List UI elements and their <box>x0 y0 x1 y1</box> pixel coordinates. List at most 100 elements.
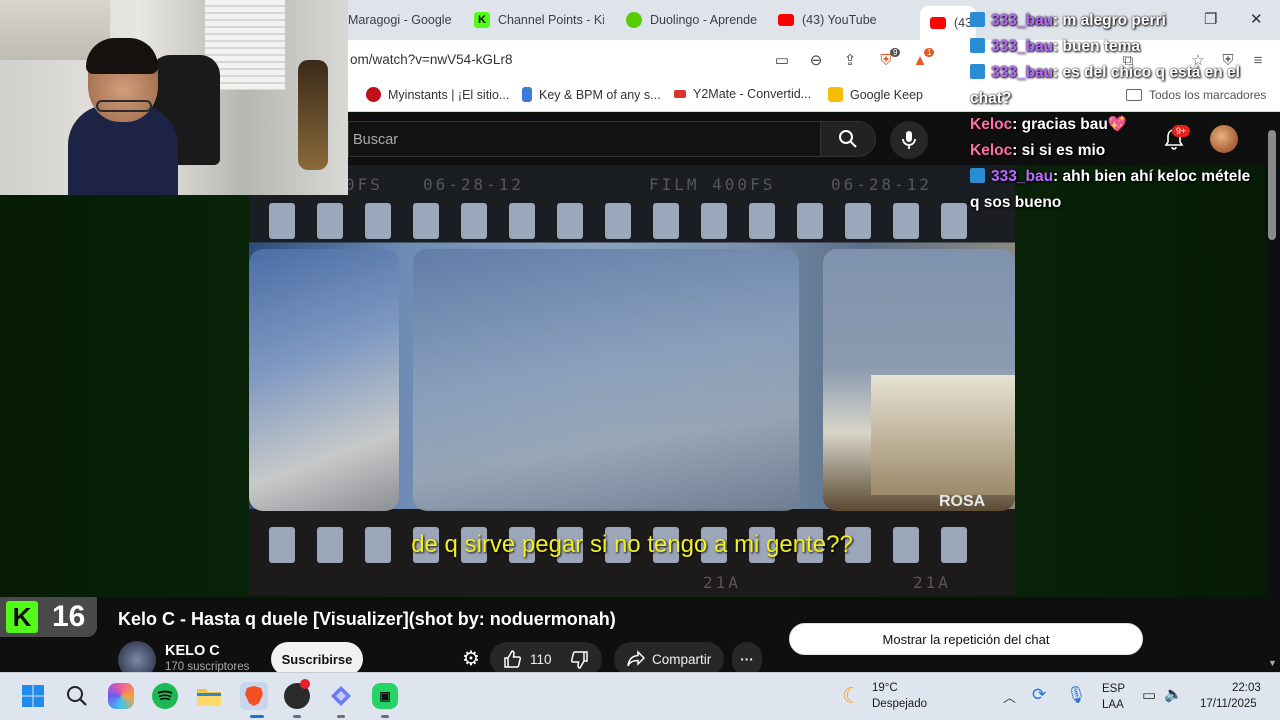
network-icon[interactable]: ▭ <box>1142 686 1156 704</box>
tab-youtube[interactable]: (43) YouTube <box>778 6 908 34</box>
windows-taskbar: ▣ ☾ 19°C Despejado ︿ ⟳ 🎙 ESP LAA ▭ 🔈 22:… <box>0 672 1280 720</box>
chat-message: 333_bau: es del chico q está en el <box>970 60 1270 86</box>
clock-date[interactable]: 17/11/2025 <box>1200 698 1257 710</box>
app-running-indicator <box>337 715 345 718</box>
alert-count-badge: 1 <box>924 48 935 57</box>
tab-maragogi[interactable]: Maragogi - Google <box>348 6 458 34</box>
tunebat-icon <box>522 87 532 102</box>
bookmark-tunebat[interactable]: Key & BPM of any s... <box>522 87 661 102</box>
chat-username[interactable]: 333_bau <box>991 168 1053 185</box>
share-icon[interactable]: ⇪ <box>840 50 860 70</box>
chat-text: q sos bueno <box>970 194 1062 211</box>
chat-username[interactable]: Keloc <box>970 142 1012 159</box>
chat-username[interactable]: 333_bau <box>991 64 1053 81</box>
search-icon[interactable] <box>64 683 90 709</box>
thumbs-up-icon <box>504 650 522 668</box>
person-glasses <box>96 100 152 112</box>
keep-icon <box>828 87 843 102</box>
film-date-1: 06-28-12 <box>423 175 525 194</box>
voice-search-button[interactable] <box>890 121 928 159</box>
obs-running-indicator <box>293 715 301 718</box>
video-title: Kelo C - Hasta q duele [Visualizer](shot… <box>118 609 616 629</box>
chat-overlay: 333_bau: m alegro perri 333_bau: buen tem… <box>970 8 1270 216</box>
whatsapp-icon[interactable]: ▣ <box>372 683 398 709</box>
scroll-down-icon[interactable]: ▼ <box>1268 658 1277 668</box>
sign-text: ROSA <box>939 493 986 510</box>
guitar <box>298 60 328 170</box>
chat-message: 333_bau: buen tema <box>970 34 1270 60</box>
search-button[interactable] <box>820 121 876 157</box>
weather-temp[interactable]: 19°C <box>872 682 898 694</box>
like-count: 110 <box>530 651 552 667</box>
building-right <box>871 375 1015 495</box>
search-input[interactable]: Buscar <box>348 121 820 157</box>
weather-desc[interactable]: Despejado <box>872 698 927 710</box>
thumbs-down-icon <box>570 651 588 669</box>
microphone-tray-icon[interactable]: 🎙 <box>1066 685 1086 705</box>
chevron-up-icon[interactable]: ︿ <box>1003 687 1016 706</box>
tab-youtube-active[interactable]: (43 <box>920 6 976 40</box>
weather-moon-icon[interactable]: ☾ <box>842 683 862 709</box>
film-brand: FILM 400FS <box>649 175 776 194</box>
film-bottom-2: 21A <box>913 573 951 592</box>
chat-username[interactable]: 333_bau <box>991 38 1053 55</box>
shield-count-badge: 9 <box>890 48 901 57</box>
subscribe-button[interactable]: Suscribirse <box>271 642 363 676</box>
chat-text: : m alegro perri <box>1053 12 1166 29</box>
dislike-button[interactable] <box>570 650 590 673</box>
chat-message: 333_bau: m alegro perri <box>970 8 1270 34</box>
language-code[interactable]: ESP <box>1102 683 1125 695</box>
app-icon[interactable] <box>328 683 354 709</box>
bookmark-myinstants[interactable]: Myinstants | ¡El sitio... <box>366 87 509 102</box>
person-hair <box>86 38 158 74</box>
chat-username[interactable]: 333_bau <box>991 12 1053 29</box>
tab-channel-points[interactable]: K Channel Points - Ki <box>474 6 604 34</box>
channel-name[interactable]: KELO C <box>165 643 220 659</box>
more-actions-button[interactable]: ··· <box>732 642 762 676</box>
chat-badge-icon <box>970 64 985 79</box>
kick-icon: K <box>474 12 490 28</box>
sync-icon[interactable]: ⟳ <box>1032 685 1046 705</box>
like-button[interactable]: 110 <box>490 649 552 669</box>
video-player[interactable]: 0FS 06-28-12 FILM 400FS 06-28-12 ROSA de… <box>249 165 1015 595</box>
windows-start-icon[interactable] <box>20 683 46 709</box>
chat-username[interactable]: Keloc <box>970 116 1012 133</box>
tab-duolingo[interactable]: Duolingo - Aprende <box>626 6 758 34</box>
brave-icon[interactable] <box>240 682 268 710</box>
film-text-left: 0FS <box>345 175 383 194</box>
film-frame-left <box>249 249 399 511</box>
record-dot <box>300 679 310 689</box>
keyboard-layout[interactable]: LAA <box>1102 699 1124 711</box>
cast-icon[interactable]: ▭ <box>772 50 792 70</box>
chat-message: Keloc: si si es mio <box>970 138 1270 164</box>
gear-icon[interactable]: ⚙ <box>462 646 480 671</box>
chat-text: : es del chico q está en el <box>1053 64 1240 81</box>
file-explorer-icon[interactable] <box>196 683 222 709</box>
chat-message: Keloc: gracias bau💖 <box>970 112 1270 138</box>
zoom-icon[interactable]: ⊖ <box>806 50 826 70</box>
share-button[interactable]: Compartir <box>614 642 724 676</box>
obs-icon[interactable] <box>284 679 310 709</box>
webcam-overlay <box>0 0 348 195</box>
like-dislike-group: 110 <box>490 642 602 676</box>
chat-message: 333_bau: ahh bien ahí keloc métele <box>970 164 1270 190</box>
microphone-icon <box>902 131 916 149</box>
whatsapp-running-indicator <box>381 715 389 718</box>
chat-text: chat? <box>970 90 1012 107</box>
chat-message: q sos bueno <box>970 190 1270 216</box>
show-chat-replay-button[interactable]: Mostrar la repetición del chat <box>789 623 1143 655</box>
bookmark-google-keep[interactable]: Google Keep <box>828 87 923 102</box>
myinstants-icon <box>366 87 381 102</box>
share-arrow-icon <box>627 650 646 667</box>
copilot-icon[interactable] <box>108 683 134 709</box>
kick-viewer-badge: K 16 <box>0 597 97 637</box>
chat-badge-icon <box>970 12 985 27</box>
volume-icon[interactable]: 🔈 <box>1164 685 1183 703</box>
scrollbar-thumb[interactable] <box>1268 130 1276 240</box>
bookmark-y2mate[interactable]: Y2Mate - Convertid... <box>674 87 811 101</box>
chat-text: : si si es mio <box>1012 142 1106 159</box>
url-field[interactable]: om/watch?v=nwV54-kGLr8 <box>350 52 512 67</box>
spotify-icon[interactable] <box>152 683 178 709</box>
video-subtitle: de q sirve pegar si no tengo a mi gente?… <box>411 531 853 558</box>
clock-time[interactable]: 22:03 <box>1232 682 1261 694</box>
